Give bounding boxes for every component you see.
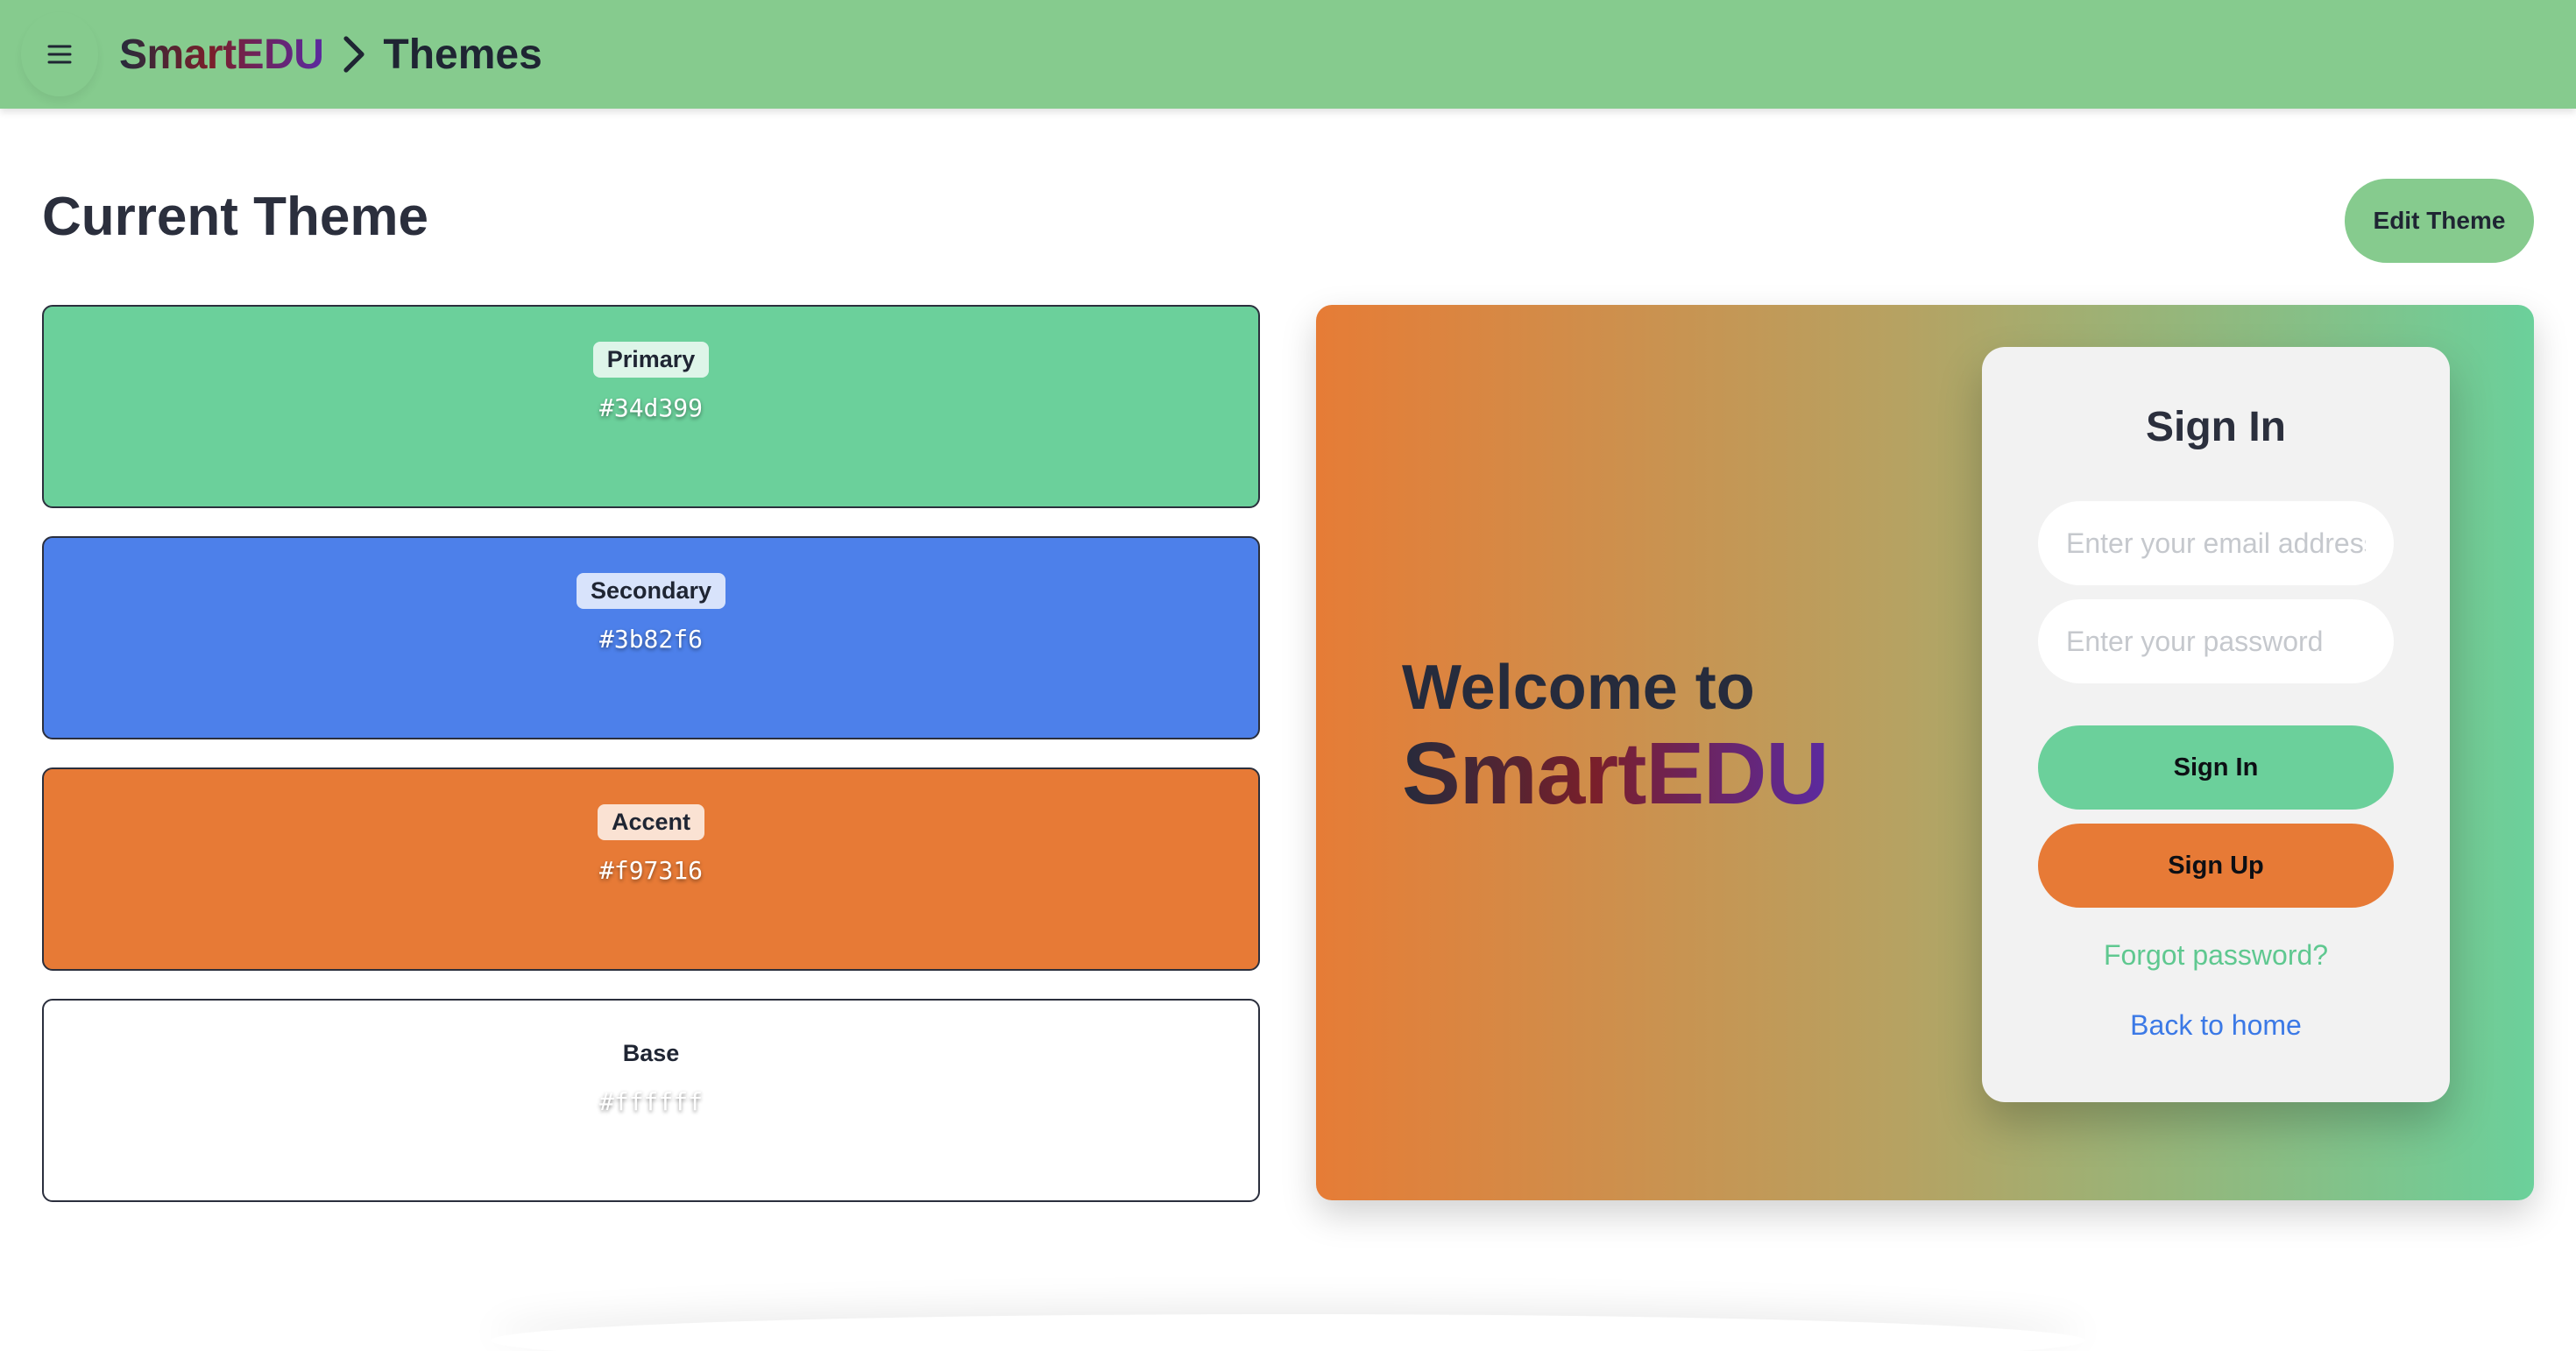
- sign-up-button[interactable]: Sign Up: [2038, 824, 2394, 908]
- password-field[interactable]: [2038, 599, 2394, 683]
- top-bar: SmartEDU Themes: [0, 0, 2576, 109]
- swatch-label: Primary: [592, 342, 710, 378]
- swatch-base: Base #ffffff: [42, 999, 1260, 1202]
- sign-in-card: Sign In Sign In Sign Up Forgot password?…: [1982, 347, 2450, 1102]
- chevron-right-icon: [343, 36, 365, 73]
- swatch-hex: #f97316: [598, 856, 703, 885]
- menu-button[interactable]: [21, 12, 98, 96]
- email-field[interactable]: [2038, 501, 2394, 585]
- welcome-heading: Welcome to SmartEDU: [1402, 650, 1829, 822]
- swatch-secondary: Secondary #3b82f6: [42, 536, 1260, 739]
- brand-link[interactable]: SmartEDU: [119, 31, 324, 79]
- swatch-label: Accent: [597, 804, 705, 840]
- swatch-accent: Accent #f97316: [42, 767, 1260, 971]
- swatch-hex: #ffffff: [598, 1087, 703, 1116]
- swatch-primary: Primary #34d399: [42, 305, 1260, 508]
- theme-preview-panel: Welcome to SmartEDU Sign In Sign In Sign…: [1316, 305, 2534, 1200]
- swatch-label: Base: [622, 1040, 680, 1066]
- back-to-home-link[interactable]: Back to home: [1982, 1009, 2450, 1042]
- page-title: Current Theme: [42, 187, 428, 247]
- swatch-hex: #34d399: [598, 393, 703, 422]
- welcome-brand: SmartEDU: [1402, 725, 1829, 824]
- sign-in-title: Sign In: [2146, 404, 2286, 450]
- breadcrumb-current-page: Themes: [383, 31, 542, 78]
- bottom-shadow: [491, 1314, 2085, 1351]
- swatch-hex: #3b82f6: [598, 625, 703, 654]
- sign-in-button[interactable]: Sign In: [2038, 725, 2394, 810]
- hamburger-icon: [47, 45, 72, 64]
- breadcrumb: SmartEDU Themes: [119, 26, 542, 82]
- forgot-password-link[interactable]: Forgot password?: [1982, 939, 2450, 972]
- edit-theme-button[interactable]: Edit Theme: [2345, 179, 2534, 263]
- swatch-label: Secondary: [576, 573, 726, 609]
- welcome-text: Welcome to: [1402, 653, 1755, 723]
